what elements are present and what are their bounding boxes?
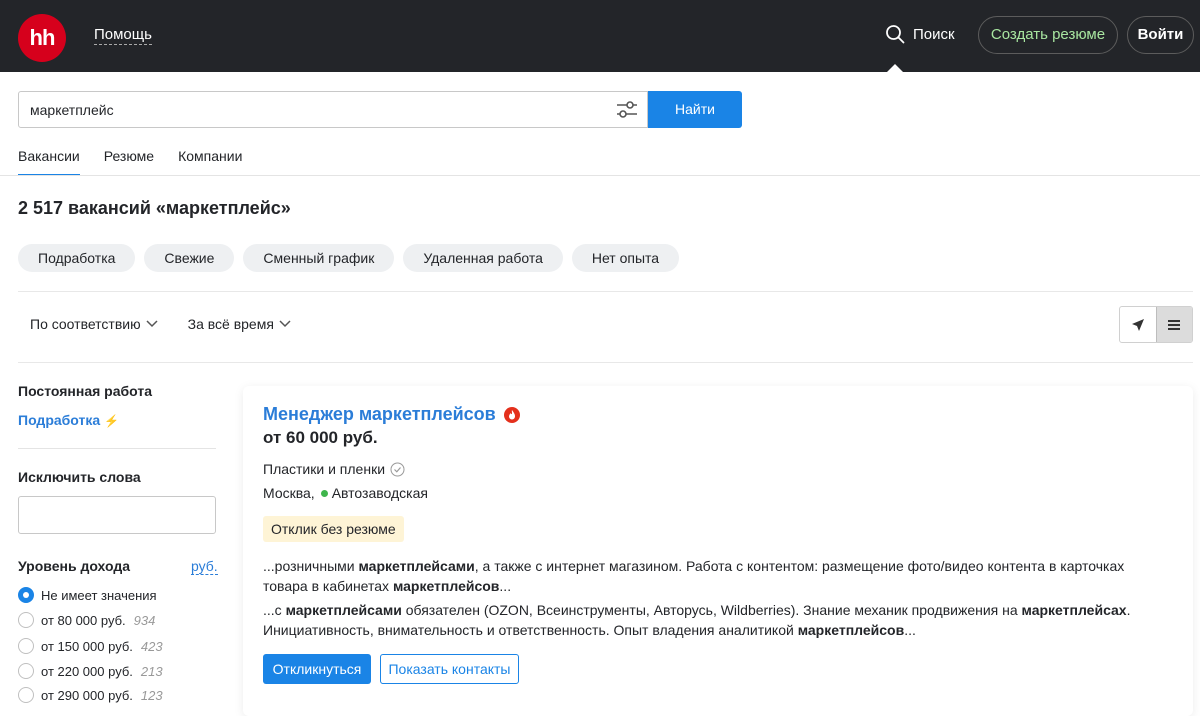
help-link[interactable]: Помощь (94, 26, 152, 45)
sort-period-dropdown[interactable]: За всё время (188, 316, 291, 332)
income-option[interactable]: от 150 000 руб. 423 (18, 637, 163, 655)
currency-selector[interactable]: руб. (191, 558, 218, 575)
vacancy-snippet-requirement: ...с маркетплейсами обязателен (OZON, Вс… (263, 602, 1131, 638)
location-arrow-icon (1131, 318, 1144, 331)
hh-logo[interactable]: hh (18, 14, 66, 62)
exclude-words-input[interactable] (18, 496, 216, 534)
lightning-icon: ⚡ (104, 414, 119, 428)
income-heading: Уровень дохода (18, 558, 131, 574)
income-option-label: от 80 000 руб. (41, 612, 126, 628)
sidebar-divider (18, 448, 216, 449)
metro-station: Автозаводская (331, 485, 428, 501)
vacancy-title-link[interactable]: Менеджер маркетплейсов (263, 404, 520, 425)
radio-button[interactable] (18, 587, 34, 603)
active-nav-indicator (887, 64, 903, 72)
divider (18, 362, 1193, 363)
advanced-filter-icon[interactable] (615, 99, 639, 121)
sort-controls: По соответствию За всё время (30, 316, 321, 332)
income-option-label: от 150 000 руб. (41, 638, 133, 654)
sort-relevance-dropdown[interactable]: По соответствию (30, 316, 158, 332)
tab-vacancies[interactable]: Вакансии (18, 146, 80, 176)
income-option-label: от 290 000 руб. (41, 687, 133, 703)
income-option-label: от 220 000 руб. (41, 663, 133, 679)
income-option[interactable]: от 220 000 руб. 213 (18, 662, 163, 680)
vacancy-location: Москва, Автозаводская (263, 485, 428, 501)
radio-button[interactable] (18, 612, 34, 628)
income-option[interactable]: от 80 000 руб. 934 (18, 611, 155, 629)
chip-fresh[interactable]: Свежие (144, 244, 235, 272)
chip-parttime[interactable]: Подработка (18, 244, 136, 272)
income-option-count: 934 (133, 612, 156, 628)
tab-companies[interactable]: Компании (178, 146, 242, 176)
chip-remote[interactable]: Удаленная работа (403, 244, 563, 272)
income-option-count: 213 (140, 663, 163, 679)
employment-heading: Постоянная работа (18, 383, 153, 399)
search-field (18, 91, 648, 128)
income-option-count: 423 (140, 638, 163, 654)
chevron-down-icon (279, 320, 291, 328)
vacancy-title: Менеджер маркетплейсов (263, 404, 496, 424)
chip-no-experience[interactable]: Нет опыта (571, 244, 680, 272)
tabs-divider (0, 175, 1200, 176)
vacancy-city: Москва, (263, 485, 315, 501)
list-icon (1168, 319, 1181, 330)
search-icon (886, 25, 905, 44)
view-mode-toggle (1119, 306, 1193, 343)
hot-vacancy-icon (503, 406, 520, 423)
radio-button[interactable] (18, 663, 34, 679)
apply-button[interactable]: Откликнуться (263, 654, 371, 684)
employer-link[interactable]: Пластики и пленки (263, 461, 405, 477)
employer-name: Пластики и пленки (263, 461, 386, 477)
parttime-filter-link[interactable]: Подработка ⚡ (18, 412, 119, 428)
show-contacts-button[interactable]: Показать контакты (380, 654, 519, 684)
sort-period-label: За всё время (187, 316, 274, 332)
map-view-button[interactable] (1120, 307, 1156, 342)
verified-check-icon (390, 462, 405, 476)
income-option-count: 123 (140, 687, 163, 703)
results-title: 2 517 вакансий «маркетплейс» (18, 198, 291, 218)
vacancy-card: Менеджер маркетплейсов от 60 000 руб. Пл… (243, 386, 1193, 716)
chip-shift-schedule[interactable]: Сменный график (243, 244, 395, 272)
vacancy-salary: от 60 000 руб. (263, 428, 378, 447)
tab-resumes[interactable]: Резюме (104, 146, 154, 176)
login-button[interactable]: Войти (1127, 16, 1194, 54)
quick-filter-chips: Подработка Свежие Сменный график Удаленн… (18, 244, 688, 272)
vacancy-snippet-responsibility: ...розничными маркетплейсами, а также с … (263, 558, 1125, 594)
radio-button[interactable] (18, 638, 34, 654)
income-option[interactable]: Не имеет значения (18, 586, 157, 604)
search-input[interactable] (19, 92, 599, 127)
income-option[interactable]: от 290 000 руб. 123 (18, 686, 163, 704)
create-resume-button[interactable]: Создать резюме (978, 16, 1118, 54)
metro-line-icon (320, 489, 328, 497)
search-type-tabs: Вакансии Резюме Компании (18, 146, 266, 176)
radio-button[interactable] (18, 687, 34, 703)
exclude-words-heading: Исключить слова (18, 469, 141, 485)
search-nav-link[interactable]: Поиск (885, 22, 955, 46)
chevron-down-icon (146, 320, 158, 328)
divider (18, 291, 1193, 292)
top-navigation-bar: hh Помощь Поиск Создать резюме Войти (0, 0, 1200, 72)
search-nav-label: Поиск (913, 25, 955, 43)
parttime-filter-label: Подработка (18, 412, 101, 428)
list-view-button[interactable] (1155, 307, 1192, 342)
find-button[interactable]: Найти (648, 91, 742, 128)
income-option-label: Не имеет значения (41, 587, 157, 603)
sort-relevance-label: По соответствию (30, 316, 141, 332)
no-resume-badge: Отклик без резюме (263, 516, 404, 542)
